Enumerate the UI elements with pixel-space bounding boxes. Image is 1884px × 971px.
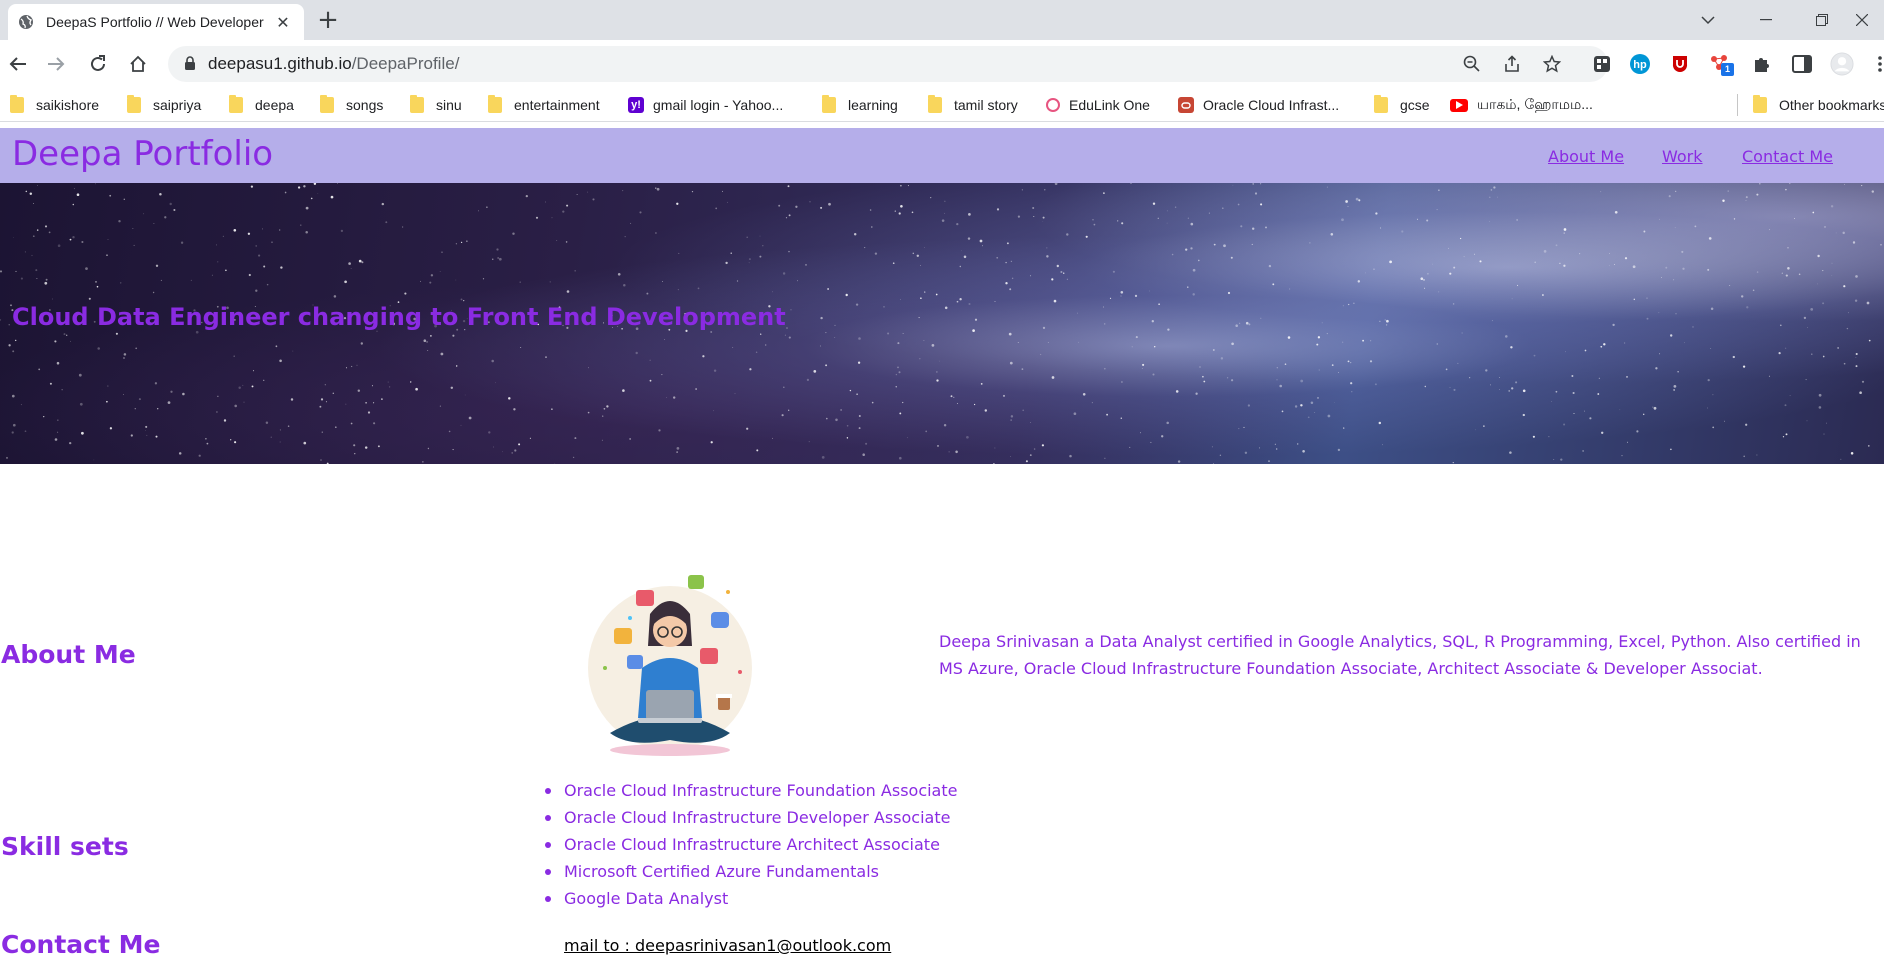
extension-badge: 1 bbox=[1721, 63, 1734, 76]
site-header: Deepa Portfolio About Me Work Contact Me bbox=[0, 128, 1884, 183]
bookmark-youtube[interactable]: யாகம், ஹோமம... bbox=[1450, 88, 1593, 122]
folder-icon bbox=[1374, 95, 1388, 113]
browser-toolbar: deepasu1.github.io/DeepaProfile/ hp 1 bbox=[0, 40, 1884, 88]
forward-arrow-icon[interactable] bbox=[40, 48, 72, 80]
hero-tagline: Cloud Data Engineer changing to Front En… bbox=[12, 303, 786, 331]
more-menu-icon[interactable] bbox=[1868, 52, 1884, 76]
woman-with-laptop-illustration bbox=[570, 568, 770, 778]
folder-icon bbox=[488, 95, 502, 113]
reload-icon[interactable] bbox=[82, 48, 114, 80]
folder-icon bbox=[127, 95, 141, 113]
bookmark-gcse[interactable]: gcse bbox=[1374, 88, 1430, 122]
skill-item: Microsoft Certified Azure Fundamentals bbox=[540, 858, 957, 885]
browser-tab[interactable]: DeepaS Portfolio // Web Developer ✕ bbox=[8, 4, 304, 40]
tab-search-chevron-icon[interactable] bbox=[1680, 0, 1736, 40]
skill-item: Google Data Analyst bbox=[540, 885, 957, 912]
bookmark-label: deepa bbox=[255, 97, 294, 113]
address-bar[interactable]: deepasu1.github.io/DeepaProfile/ bbox=[168, 46, 1608, 82]
youtube-icon bbox=[1450, 98, 1468, 112]
bookmark-label: saipriya bbox=[153, 97, 202, 113]
globe-icon bbox=[18, 14, 34, 30]
bookmarks-bar: saikishore saipriya deepa songs sinu ent… bbox=[0, 88, 1884, 122]
bookmark-label: EduLink One bbox=[1069, 97, 1150, 113]
tab-title: DeepaS Portfolio // Web Developer bbox=[46, 14, 264, 30]
share-icon[interactable] bbox=[1500, 54, 1524, 74]
back-arrow-icon[interactable] bbox=[2, 48, 34, 80]
folder-icon bbox=[822, 95, 836, 113]
web-page: Deepa Portfolio About Me Work Contact Me… bbox=[0, 128, 1884, 971]
bookmark-gmail-login[interactable]: y! gmail login - Yahoo... bbox=[628, 88, 783, 122]
close-tab-icon[interactable]: ✕ bbox=[274, 13, 292, 32]
other-bookmarks[interactable]: Other bookmarks bbox=[1753, 88, 1884, 122]
zoom-icon[interactable] bbox=[1460, 54, 1484, 74]
bookmark-label: gmail login - Yahoo... bbox=[653, 97, 784, 113]
home-icon[interactable] bbox=[122, 48, 154, 80]
skill-sets-heading: Skill sets bbox=[1, 832, 129, 861]
puzzle-extensions-icon[interactable] bbox=[1750, 52, 1774, 76]
bookmark-label: Oracle Cloud Infrast... bbox=[1203, 97, 1340, 113]
extension-grid-icon[interactable] bbox=[1590, 52, 1614, 76]
nav-contact-me[interactable]: Contact Me bbox=[1742, 147, 1833, 166]
email-link[interactable]: mail to : deepasrinivasan1@outlook.com bbox=[564, 936, 891, 955]
folder-icon bbox=[928, 95, 942, 113]
folder-icon bbox=[229, 95, 243, 113]
skill-item: Oracle Cloud Infrastructure Architect As… bbox=[540, 831, 957, 858]
bookmark-oracle-cloud[interactable]: Oracle Cloud Infrast... bbox=[1178, 88, 1339, 122]
profile-avatar-icon[interactable] bbox=[1830, 52, 1854, 76]
skills-list: Oracle Cloud Infrastructure Foundation A… bbox=[540, 777, 957, 912]
about-me-text: Deepa Srinivasan a Data Analyst certifie… bbox=[939, 632, 1861, 678]
bookmark-label: gcse bbox=[1400, 97, 1430, 113]
skill-item: Oracle Cloud Infrastructure Foundation A… bbox=[540, 777, 957, 804]
bookmark-edulink-one[interactable]: EduLink One bbox=[1046, 88, 1150, 122]
skill-item: Oracle Cloud Infrastructure Developer As… bbox=[540, 804, 957, 831]
bookmark-tamil-story[interactable]: tamil story bbox=[928, 88, 1018, 122]
bookmark-label: tamil story bbox=[954, 97, 1018, 113]
bookmark-label: learning bbox=[848, 97, 898, 113]
hero-banner: Cloud Data Engineer changing to Front En… bbox=[0, 183, 1884, 464]
bookmark-sinu[interactable]: sinu bbox=[410, 88, 462, 122]
lock-icon[interactable] bbox=[184, 55, 196, 74]
bookmark-entertainment[interactable]: entertainment bbox=[488, 88, 600, 122]
bookmark-saikishore[interactable]: saikishore bbox=[10, 88, 99, 122]
site-brand[interactable]: Deepa Portfolio bbox=[12, 134, 273, 174]
bookmark-label: songs bbox=[346, 97, 384, 113]
hp-icon[interactable]: hp bbox=[1628, 52, 1652, 76]
folder-icon bbox=[1753, 95, 1767, 113]
side-panel-icon[interactable] bbox=[1790, 52, 1814, 76]
network-extension-icon[interactable]: 1 bbox=[1708, 52, 1734, 76]
bookmark-songs[interactable]: songs bbox=[320, 88, 383, 122]
bookmark-label: entertainment bbox=[514, 97, 600, 113]
bookmark-label: Other bookmarks bbox=[1779, 97, 1884, 113]
tab-strip: DeepaS Portfolio // Web Developer ✕ + bbox=[0, 0, 1884, 40]
bookmark-label: sinu bbox=[436, 97, 462, 113]
svg-text:hp: hp bbox=[1633, 59, 1647, 71]
folder-icon bbox=[410, 95, 424, 113]
edulink-icon bbox=[1046, 98, 1060, 112]
bookmark-label: யாகம், ஹோமம... bbox=[1477, 95, 1593, 112]
shield-extension-icon[interactable] bbox=[1668, 52, 1692, 76]
bookmarks-divider bbox=[1737, 94, 1738, 116]
yahoo-icon: y! bbox=[628, 97, 644, 113]
minimize-button[interactable] bbox=[1738, 0, 1794, 40]
url-path: /DeepaProfile/ bbox=[351, 54, 460, 73]
bookmark-deepa[interactable]: deepa bbox=[229, 88, 294, 122]
oracle-icon bbox=[1178, 97, 1194, 113]
bookmark-learning[interactable]: learning bbox=[822, 88, 898, 122]
close-window-button[interactable] bbox=[1840, 0, 1884, 40]
folder-icon bbox=[320, 95, 334, 113]
new-tab-button[interactable]: + bbox=[312, 6, 344, 36]
about-me-heading: About Me bbox=[1, 640, 136, 669]
bookmark-saipriya[interactable]: saipriya bbox=[127, 88, 201, 122]
folder-icon bbox=[10, 95, 24, 113]
url-host: deepasu1.github.io bbox=[208, 54, 352, 73]
nav-work[interactable]: Work bbox=[1662, 147, 1703, 166]
nav-about-me[interactable]: About Me bbox=[1548, 147, 1624, 166]
bookmark-label: saikishore bbox=[36, 97, 100, 113]
star-icon[interactable] bbox=[1540, 54, 1564, 74]
contact-me-heading: Contact Me bbox=[1, 930, 161, 959]
